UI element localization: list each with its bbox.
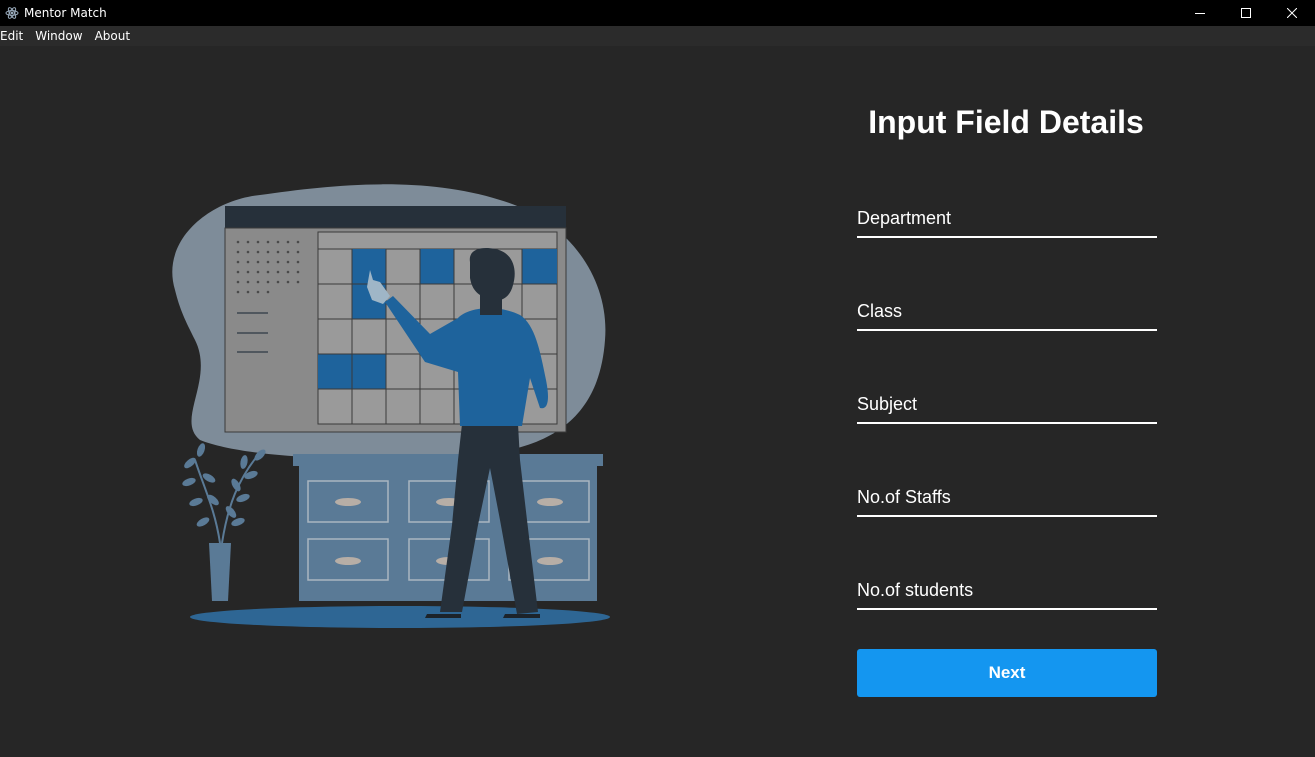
planning-board-illustration: [172, 184, 610, 628]
menu-about[interactable]: About: [95, 29, 136, 43]
form-title: Input Field Details: [868, 104, 1144, 140]
window-controls: [1177, 0, 1315, 26]
subject-input[interactable]: [857, 386, 1157, 422]
staffs-field: [857, 479, 1157, 517]
class-field: [857, 293, 1157, 331]
menu-edit[interactable]: Edit: [0, 29, 29, 43]
department-field: [857, 200, 1157, 238]
staffs-input[interactable]: [857, 479, 1157, 515]
plant: [182, 443, 266, 601]
menu-bar: Edit Window About: [0, 26, 1315, 46]
minimize-icon: [1195, 13, 1205, 14]
close-icon: [1287, 8, 1297, 18]
maximize-icon: [1241, 8, 1251, 18]
department-input[interactable]: [857, 200, 1157, 236]
next-button[interactable]: Next: [857, 649, 1157, 697]
students-input[interactable]: [857, 572, 1157, 608]
close-button[interactable]: [1269, 0, 1315, 26]
window-title: Mentor Match: [24, 6, 107, 20]
minimize-button[interactable]: [1177, 0, 1223, 26]
maximize-button[interactable]: [1223, 0, 1269, 26]
floor-shadow: [190, 606, 610, 628]
class-input[interactable]: [857, 293, 1157, 329]
students-field: [857, 572, 1157, 610]
title-bar: Mentor Match: [0, 0, 1315, 26]
app-icon: [5, 6, 19, 20]
board-header: [225, 206, 566, 228]
menu-window[interactable]: Window: [35, 29, 88, 43]
cabinet-top: [293, 454, 603, 466]
subject-field: [857, 386, 1157, 424]
